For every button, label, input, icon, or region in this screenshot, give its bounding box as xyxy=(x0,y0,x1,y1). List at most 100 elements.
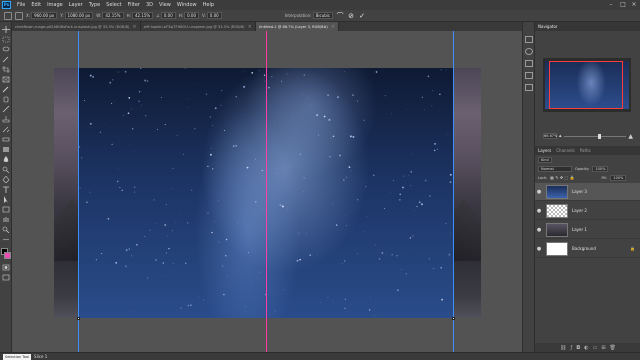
blur-tool-icon[interactable] xyxy=(2,156,10,163)
visibility-eye-icon[interactable]: ● xyxy=(535,208,543,214)
interpolation-select[interactable]: Interpolation: Bicubic xyxy=(285,12,334,19)
marquee-tool-icon[interactable] xyxy=(2,36,10,43)
y-position-field[interactable]: Y: 1080.00 px xyxy=(60,12,94,19)
layer-kind-filter[interactable]: Kind xyxy=(538,156,552,163)
more-tools-icon[interactable] xyxy=(2,236,10,243)
gradient-tool-icon[interactable] xyxy=(2,146,10,153)
lock-icons[interactable]: ▦ ✎ ✥ ⬚ 🔒 xyxy=(550,175,574,180)
eraser-tool-icon[interactable] xyxy=(2,136,10,143)
minimize-icon[interactable]: – xyxy=(606,1,616,9)
dodge-tool-icon[interactable] xyxy=(2,166,10,173)
guide-left[interactable] xyxy=(78,31,79,352)
menu-file[interactable]: File xyxy=(14,2,28,8)
height-field[interactable]: H: 42.15% xyxy=(127,12,154,19)
adjustment-icon[interactable]: ◐ xyxy=(584,345,588,351)
rectangle-tool-icon[interactable] xyxy=(2,206,10,213)
layer-row-layer-2[interactable]: ● Layer 2 xyxy=(535,202,640,220)
navigator-zoom-slider[interactable] xyxy=(563,133,627,139)
clone-stamp-tool-icon[interactable] xyxy=(2,116,10,123)
tab-paths[interactable]: Paths xyxy=(580,148,591,153)
v-skew-field[interactable]: V: 0.00 xyxy=(202,12,222,19)
trash-icon[interactable]: 🗑 xyxy=(610,345,616,351)
move-tool-icon[interactable] xyxy=(2,26,10,33)
menu-edit[interactable]: Edit xyxy=(28,2,44,8)
cancel-transform-icon[interactable]: ⊘ xyxy=(347,12,355,20)
visibility-eye-icon[interactable]: ● xyxy=(535,227,543,233)
visibility-eye-icon[interactable]: ● xyxy=(535,189,543,195)
pen-tool-icon[interactable] xyxy=(2,176,10,183)
zoom-in-icon[interactable]: ▲ xyxy=(628,133,633,140)
canvas-workspace[interactable] xyxy=(12,31,522,352)
warp-icon[interactable]: ⌒ xyxy=(336,12,344,20)
angle-field[interactable]: ∠ 0.00 xyxy=(156,12,176,19)
brush-tool-icon[interactable] xyxy=(2,106,10,113)
visibility-eye-icon[interactable]: ● xyxy=(535,246,543,252)
history-panel-icon[interactable] xyxy=(525,36,533,43)
fill-field[interactable]: 100% xyxy=(610,174,627,181)
path-selection-tool-icon[interactable] xyxy=(2,196,10,203)
link-icon[interactable]: ⛓ xyxy=(560,345,566,351)
history-brush-tool-icon[interactable] xyxy=(2,126,10,133)
tab-document-2[interactable]: jeff-hopkin-kF3sjTFH8OU-unsplash.jpg @ 3… xyxy=(141,22,256,31)
h-skew-field[interactable]: H: 0.00 xyxy=(179,12,199,19)
menu-help[interactable]: Help xyxy=(200,2,217,8)
healing-brush-tool-icon[interactable] xyxy=(2,96,10,103)
layer-row-layer-3[interactable]: ● Layer 3 xyxy=(535,183,640,201)
x-position-field[interactable]: X: 960.00 px xyxy=(26,12,58,19)
new-layer-icon[interactable]: ⊞ xyxy=(601,345,605,351)
navigator-zoom-value[interactable]: 66.67% xyxy=(543,133,557,139)
adjustments-panel-icon[interactable] xyxy=(525,72,533,79)
hand-tool-icon[interactable] xyxy=(2,216,10,223)
tab-document-active[interactable]: Untitled-1 @ 66.7% (Layer 3, RGB/8#) × xyxy=(255,22,340,31)
lasso-tool-icon[interactable] xyxy=(2,46,10,53)
transform-handle-bottom-right[interactable] xyxy=(452,317,455,320)
menu-view[interactable]: View xyxy=(156,2,174,8)
close-tab-icon[interactable]: × xyxy=(132,24,136,30)
mask-icon[interactable]: ◘ xyxy=(576,345,580,351)
navigator-view-box[interactable] xyxy=(549,61,623,109)
home-icon[interactable] xyxy=(4,11,12,20)
menu-filter[interactable]: Filter xyxy=(125,2,143,8)
quick-selection-tool-icon[interactable] xyxy=(2,56,10,63)
type-tool-icon[interactable] xyxy=(2,186,10,193)
zoom-out-icon[interactable]: ▴ xyxy=(559,133,562,139)
color-panel-icon[interactable] xyxy=(525,48,533,55)
group-icon[interactable]: ▭ xyxy=(593,345,598,351)
menu-3d[interactable]: 3D xyxy=(143,2,156,8)
zoom-tool-icon[interactable] xyxy=(2,226,10,233)
screen-mode-icon[interactable] xyxy=(2,274,10,281)
navigator-preview[interactable] xyxy=(543,58,631,112)
menu-image[interactable]: Image xyxy=(44,2,66,8)
guide-right[interactable] xyxy=(453,31,454,352)
background-color-swatch[interactable] xyxy=(4,252,11,259)
menu-select[interactable]: Select xyxy=(103,2,124,8)
tab-channels[interactable]: Channels xyxy=(556,148,575,153)
tab-layers[interactable]: Layers xyxy=(538,148,551,153)
tab-navigator[interactable]: Navigator xyxy=(538,24,558,29)
maximize-icon[interactable]: □ xyxy=(618,1,628,9)
menu-type[interactable]: Type xyxy=(86,2,103,8)
close-tab-icon[interactable]: × xyxy=(331,24,335,30)
width-field[interactable]: W: 42.15% xyxy=(96,12,124,19)
crop-tool-icon[interactable] xyxy=(2,66,10,73)
menu-window[interactable]: Window xyxy=(174,2,200,8)
close-tab-icon[interactable]: × xyxy=(248,24,252,30)
menu-layer[interactable]: Layer xyxy=(66,2,86,8)
blend-mode-select[interactable]: Normal xyxy=(538,165,572,172)
layer-row-background[interactable]: ● Background 🔒 xyxy=(535,240,640,258)
transform-handle-bottom-left[interactable] xyxy=(77,317,80,320)
styles-panel-icon[interactable] xyxy=(525,84,533,91)
quick-mask-icon[interactable] xyxy=(2,264,10,271)
layer-row-layer-1[interactable]: ● Layer 1 xyxy=(535,221,640,239)
guide-center[interactable] xyxy=(266,31,267,352)
zoom-slider-thumb[interactable] xyxy=(598,133,602,139)
transform-tool-icon[interactable] xyxy=(15,11,23,20)
opacity-field[interactable]: 100% xyxy=(592,165,609,172)
fx-icon[interactable]: ƒ xyxy=(570,345,572,351)
eyedropper-tool-icon[interactable] xyxy=(2,86,10,93)
properties-panel-icon[interactable] xyxy=(525,60,533,67)
close-window-icon[interactable]: × xyxy=(629,1,639,9)
frame-tool-icon[interactable] xyxy=(2,76,10,83)
commit-transform-icon[interactable]: ✓ xyxy=(358,12,366,20)
tab-document-1[interactable]: cheeftown-mage-ptl2A8G8sFork-unsplash.jp… xyxy=(12,22,141,31)
